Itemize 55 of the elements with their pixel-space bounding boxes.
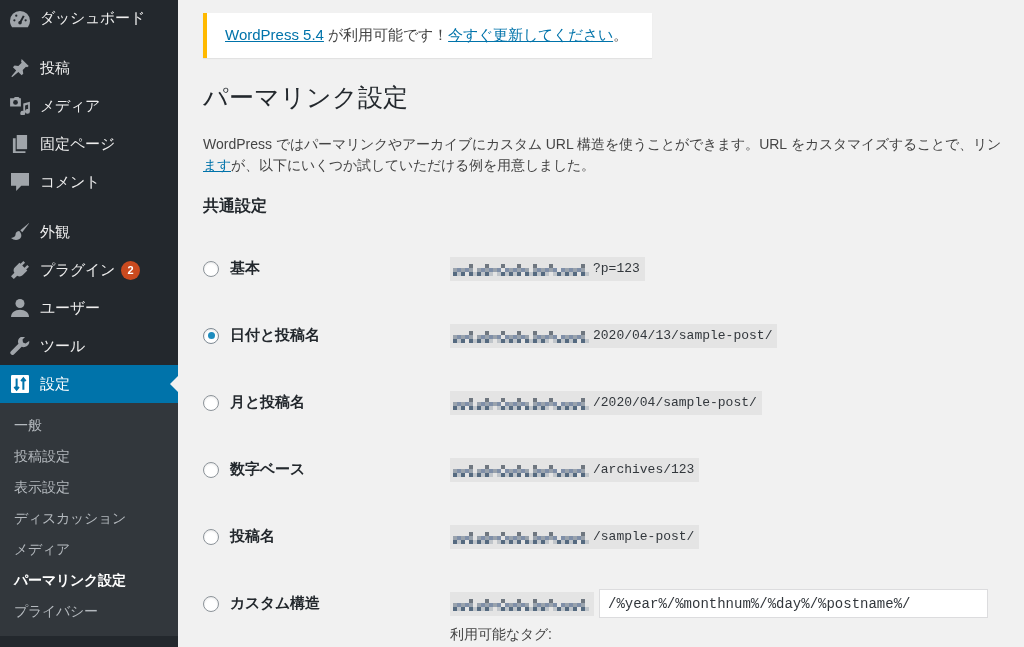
sidebar-item[interactable]: ダッシュボード xyxy=(0,0,178,37)
submenu-item[interactable]: ディスカッション xyxy=(0,503,178,534)
radio-button[interactable] xyxy=(203,595,219,612)
update-notice-text: WordPress 5.4 が利用可能です！今すぐ更新してください。 xyxy=(225,26,629,45)
sidebar-item[interactable]: コメント xyxy=(0,163,178,201)
submenu-item[interactable]: パーマリンク設定 xyxy=(0,565,178,596)
url-path-text: /sample-post/ xyxy=(593,529,695,544)
sidebar-item[interactable]: 設定 xyxy=(0,365,178,403)
url-path-text: 2020/04/13/sample-post/ xyxy=(593,328,773,343)
custom-structure-input[interactable]: /%year%/%monthnum%/%day%/%postname%/ xyxy=(599,589,988,618)
sidebar-item[interactable]: プラグイン 2 xyxy=(0,251,178,289)
option-label: 数字ベース xyxy=(230,460,305,479)
radio-button[interactable] xyxy=(203,394,219,411)
photo-music-icon xyxy=(10,97,30,115)
radio-button[interactable] xyxy=(203,260,219,277)
option-label: 日付と投稿名 xyxy=(230,326,320,345)
submenu-item[interactable]: 投稿設定 xyxy=(0,441,178,472)
url-path-text: ?p=123 xyxy=(593,261,640,276)
gauge-icon xyxy=(10,9,30,28)
sidebar-item[interactable]: 固定ページ xyxy=(0,125,178,163)
sidebar-item[interactable]: 投稿 xyxy=(0,49,178,87)
notice-link[interactable]: WordPress 5.4 xyxy=(225,26,324,43)
option-label: 基本 xyxy=(230,259,260,278)
url-path-text: /archives/123 xyxy=(593,462,695,477)
sidebar-item[interactable]: メディア xyxy=(0,87,178,125)
option-label: カスタム構造 xyxy=(230,594,320,613)
notice-link[interactable]: 今すぐ更新してください xyxy=(448,26,614,43)
page-title: パーマリンク設定 xyxy=(203,82,409,113)
option-label: 投稿名 xyxy=(230,527,275,546)
submenu-item[interactable]: 一般 xyxy=(0,410,178,441)
wrench-icon xyxy=(10,337,30,355)
speech-bubble-icon xyxy=(10,173,30,191)
sidebar-item[interactable]: ツール xyxy=(0,327,178,365)
plug-icon xyxy=(10,261,30,279)
url-path-text: /2020/04/sample-post/ xyxy=(593,395,757,410)
paintbrush-icon xyxy=(10,223,30,241)
pages-icon xyxy=(10,135,30,153)
description-text: WordPress ではパーマリンクやアーカイブにカスタム URL 構造を使うことができます。URL をカスタマイズすることで、リン ますが、以下にいくつか試していただける例を用意しました。 xyxy=(203,135,1002,175)
submenu-item[interactable]: プライバシー xyxy=(0,596,178,627)
radio-button[interactable] xyxy=(203,461,219,478)
submenu-item[interactable]: メディア xyxy=(0,534,178,565)
pushpin-icon xyxy=(10,59,30,77)
person-icon xyxy=(10,299,30,317)
submenu-item[interactable]: 表示設定 xyxy=(0,472,178,503)
available-tags-label: 利用可能なタグ: xyxy=(450,625,553,644)
section-title: 共通設定 xyxy=(203,196,268,216)
description-link[interactable]: ます xyxy=(203,157,231,173)
option-label: 月と投稿名 xyxy=(230,393,305,412)
sidebar-item[interactable]: 外観 xyxy=(0,213,178,251)
sliders-icon xyxy=(10,375,30,393)
current-page-pointer-icon xyxy=(170,376,178,392)
radio-button[interactable] xyxy=(203,528,219,545)
update-count-badge: 2 xyxy=(121,260,140,280)
sidebar-item[interactable]: ユーザー xyxy=(0,289,178,327)
radio-button[interactable] xyxy=(203,327,219,344)
